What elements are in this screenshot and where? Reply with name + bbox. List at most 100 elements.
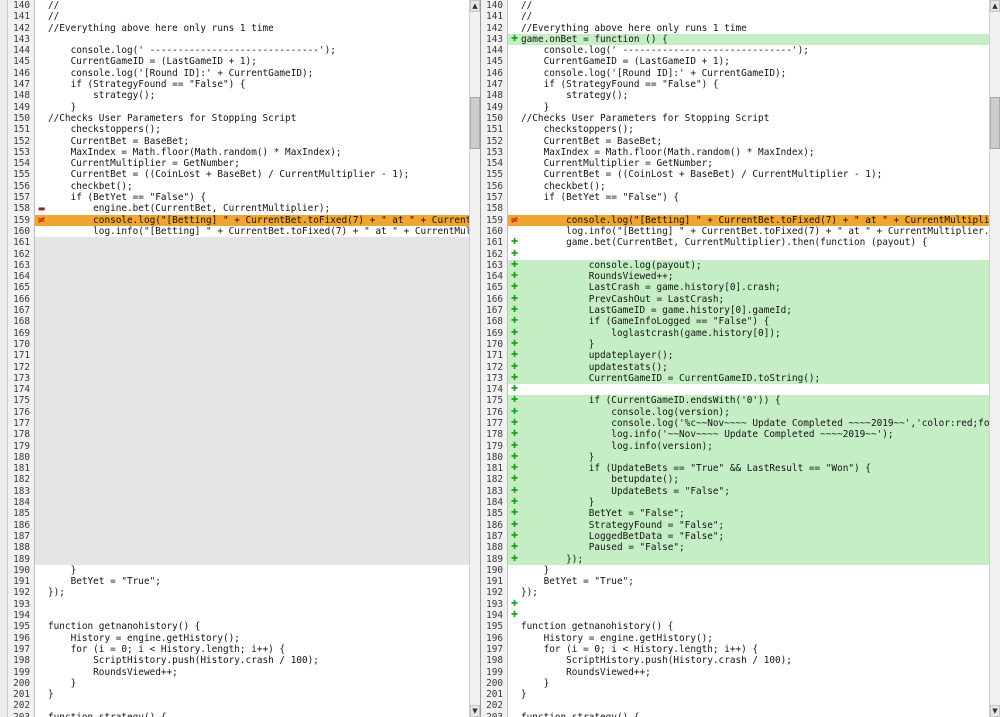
code-line[interactable]: 177 (8, 418, 469, 429)
code-line[interactable]: 193 (8, 599, 469, 610)
code-line[interactable]: 174✚ (481, 384, 989, 395)
code-line[interactable]: 158 (481, 203, 989, 214)
code-line[interactable]: 141// (8, 11, 469, 22)
code-line[interactable]: 143✚game.onBet = function () { (481, 34, 989, 45)
code-line[interactable]: 162✚ (481, 249, 989, 260)
code-line[interactable]: 171✚ updateplayer(); (481, 350, 989, 361)
code-line[interactable]: 177✚ console.log('%c~~Nov~~~~ Update Com… (481, 418, 989, 429)
code-line[interactable]: 144 console.log(' ----------------------… (481, 45, 989, 56)
right-vertical-scrollbar[interactable]: ▲ ▼ (989, 0, 1000, 717)
code-line[interactable]: 191 BetYet = "True"; (8, 576, 469, 587)
code-line[interactable]: 165 (8, 282, 469, 293)
scroll-down-button[interactable]: ▼ (470, 705, 480, 717)
code-line[interactable]: 148 strategy(); (481, 90, 989, 101)
code-line[interactable]: 203function strategy() { (481, 712, 989, 717)
code-line[interactable]: 162 (8, 249, 469, 260)
code-line[interactable]: 156 checkbet(); (481, 181, 989, 192)
code-line[interactable]: 197 for (i = 0; i < History.length; i++)… (481, 644, 989, 655)
code-line[interactable]: 192}); (8, 587, 469, 598)
code-line[interactable]: 178✚ log.info('~~Nov~~~~ Update Complete… (481, 429, 989, 440)
code-line[interactable]: 185✚ BetYet = "False"; (481, 508, 989, 519)
code-line[interactable]: 166✚ PrevCashOut = LastCrash; (481, 294, 989, 305)
code-line[interactable]: 198 ScriptHistory.push(History.crash / 1… (8, 655, 469, 666)
code-line[interactable]: 163 (8, 260, 469, 271)
code-line[interactable]: 142//Everything above here only runs 1 t… (8, 23, 469, 34)
code-line[interactable]: 166 (8, 294, 469, 305)
code-line[interactable]: 189 (8, 554, 469, 565)
code-line[interactable]: 201} (481, 689, 989, 700)
location-pane[interactable] (0, 0, 8, 717)
left-vertical-scrollbar[interactable]: ▲ ▼ (469, 0, 480, 717)
code-line[interactable]: 160 log.info("[Betting] " + CurrentBet.t… (8, 226, 469, 237)
code-line[interactable]: 155 CurrentBet = ((CoinLost + BaseBet) /… (481, 169, 989, 180)
code-line[interactable]: 170 (8, 339, 469, 350)
code-line[interactable]: 190 } (8, 565, 469, 576)
code-line[interactable]: 142//Everything above here only runs 1 t… (481, 23, 989, 34)
code-line[interactable]: 176 (8, 407, 469, 418)
code-line[interactable]: 191 BetYet = "True"; (481, 576, 989, 587)
scroll-track[interactable] (990, 12, 1000, 705)
code-line[interactable]: 198 ScriptHistory.push(History.crash / 1… (481, 655, 989, 666)
code-line[interactable]: 159≠ console.log("[Betting] " + CurrentB… (481, 215, 989, 226)
left-code-editor[interactable]: 140//141//142//Everything above here onl… (8, 0, 469, 717)
code-line[interactable]: 169✚ loglastcrash(game.history[0]); (481, 328, 989, 339)
code-line[interactable]: 145 CurrentGameID = (LastGameID + 1); (481, 56, 989, 67)
code-line[interactable]: 168✚ if (GameInfoLogged == "False") { (481, 316, 989, 327)
code-line[interactable]: 183✚ UpdateBets = "False"; (481, 486, 989, 497)
code-line[interactable]: 183 (8, 486, 469, 497)
code-line[interactable]: 196 History = engine.getHistory(); (8, 633, 469, 644)
code-line[interactable]: 158▬ engine.bet(CurrentBet, CurrentMulti… (8, 203, 469, 214)
code-line[interactable]: 202 (481, 700, 989, 711)
right-code-editor[interactable]: 140//141//142//Everything above here onl… (481, 0, 989, 717)
code-line[interactable]: 185 (8, 508, 469, 519)
code-line[interactable]: 181 (8, 463, 469, 474)
code-line[interactable]: 179 (8, 441, 469, 452)
scroll-up-button[interactable]: ▲ (990, 0, 1000, 12)
code-line[interactable]: 146 console.log('[Round ID]:' + CurrentG… (481, 68, 989, 79)
code-line[interactable]: 187 (8, 531, 469, 542)
code-line[interactable]: 173 (8, 373, 469, 384)
code-line[interactable]: 155 CurrentBet = ((CoinLost + BaseBet) /… (8, 169, 469, 180)
code-line[interactable]: 174 (8, 384, 469, 395)
scroll-thumb[interactable] (990, 97, 1000, 149)
code-line[interactable]: 190 } (481, 565, 989, 576)
code-line[interactable]: 140// (481, 0, 989, 11)
code-line[interactable]: 181✚ if (UpdateBets == "True" && LastRes… (481, 463, 989, 474)
code-line[interactable]: 163✚ console.log(payout); (481, 260, 989, 271)
code-line[interactable]: 192}); (481, 587, 989, 598)
code-line[interactable]: 159≠ console.log("[Betting] " + CurrentB… (8, 215, 469, 226)
code-line[interactable]: 157 if (BetYet == "False") { (481, 192, 989, 203)
code-line[interactable]: 164✚ RoundsViewed++; (481, 271, 989, 282)
code-line[interactable]: 151 checkstoppers(); (8, 124, 469, 135)
code-line[interactable]: 195function getnanohistory() { (8, 621, 469, 632)
code-line[interactable]: 147 if (StrategyFound == "False") { (481, 79, 989, 90)
code-line[interactable]: 189✚ }); (481, 554, 989, 565)
code-line[interactable]: 152 CurrentBet = BaseBet; (8, 136, 469, 147)
code-line[interactable]: 171 (8, 350, 469, 361)
code-line[interactable]: 199 RoundsViewed++; (8, 667, 469, 678)
code-line[interactable]: 165✚ LastCrash = game.history[0].crash; (481, 282, 989, 293)
code-line[interactable]: 167✚ LastGameID = game.history[0].gameId… (481, 305, 989, 316)
code-line[interactable]: 160 log.info("[Betting] " + CurrentBet.t… (481, 226, 989, 237)
code-line[interactable]: 140// (8, 0, 469, 11)
code-line[interactable]: 143 (8, 34, 469, 45)
code-line[interactable]: 187✚ LoggedBetData = "False"; (481, 531, 989, 542)
scroll-up-button[interactable]: ▲ (470, 0, 480, 12)
code-line[interactable]: 199 RoundsViewed++; (481, 667, 989, 678)
code-line[interactable]: 176✚ console.log(version); (481, 407, 989, 418)
code-line[interactable]: 200 } (481, 678, 989, 689)
code-line[interactable]: 184 (8, 497, 469, 508)
code-line[interactable]: 152 CurrentBet = BaseBet; (481, 136, 989, 147)
code-line[interactable]: 161 (8, 237, 469, 248)
code-line[interactable]: 175 (8, 395, 469, 406)
code-line[interactable]: 178 (8, 429, 469, 440)
code-line[interactable]: 172 (8, 362, 469, 373)
code-line[interactable]: 182 (8, 474, 469, 485)
code-line[interactable]: 203function strategy() { (8, 712, 469, 717)
code-line[interactable]: 150//Checks User Parameters for Stopping… (481, 113, 989, 124)
code-line[interactable]: 154 CurrentMultiplier = GetNumber; (481, 158, 989, 169)
code-line[interactable]: 194 (8, 610, 469, 621)
code-line[interactable]: 150//Checks User Parameters for Stopping… (8, 113, 469, 124)
code-line[interactable]: 144 console.log(' ----------------------… (8, 45, 469, 56)
code-line[interactable]: 157 if (BetYet == "False") { (8, 192, 469, 203)
